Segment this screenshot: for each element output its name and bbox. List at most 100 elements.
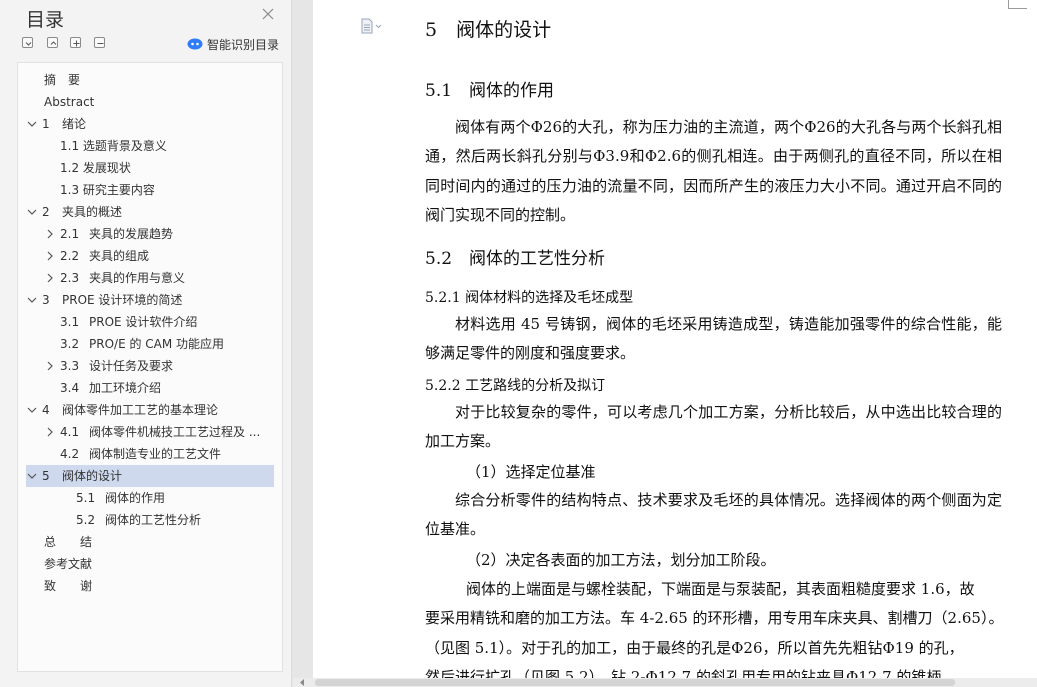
collapse-all-icon[interactable] xyxy=(22,37,33,48)
toc-item-number: 5.1 xyxy=(76,491,96,505)
smart-toc-label: 智能识别目录 xyxy=(207,37,280,52)
heading-5-2-2: 5.2.2 工艺路线的分析及拟订 xyxy=(425,378,606,394)
chevron-right-icon[interactable] xyxy=(44,421,56,443)
toc-item-number: 2 xyxy=(42,205,50,219)
chevron-right-icon[interactable] xyxy=(44,245,56,267)
toc-item[interactable]: 3.1 PROE 设计软件介绍 xyxy=(18,311,282,333)
toc-item-number: 2.3 xyxy=(60,271,80,285)
step-1-text: （1）选择定位基准 xyxy=(466,463,596,481)
remove-heading-icon[interactable] xyxy=(94,37,105,48)
paragraph-5-1: 阀体有两个Φ26的大孔，称为压力油的主流道，两个Φ26的大孔各与两个长斜孔相通，… xyxy=(425,118,1002,224)
scrollbar-thumb[interactable] xyxy=(315,679,955,686)
toc-item-number: 3.2 xyxy=(60,337,80,351)
toc-item[interactable]: 5.2 阀体的工艺性分析 xyxy=(18,509,282,531)
chevron-right-icon[interactable] xyxy=(44,355,56,377)
chevron-down-icon[interactable] xyxy=(26,465,38,487)
toc-item-label: 夹具的作用与意义 xyxy=(89,271,186,285)
toc-item[interactable]: 3.3 设计任务及要求 xyxy=(18,355,282,377)
toc-item[interactable]: 1.1 选题背景及意义 xyxy=(18,135,282,157)
toc-item-label: 阀体的作用 xyxy=(105,491,166,505)
smart-toc-button[interactable]: 智能识别目录 xyxy=(187,35,279,53)
paragraph-machining-line-2: 要采用精铣和磨的加工方法。车 4-2.65 的环形槽，用专用车床夹具、割槽刀（2… xyxy=(425,609,1004,627)
heading-5-1: 5.1 阀体的作用 xyxy=(425,81,555,101)
scroll-left-icon[interactable] xyxy=(298,678,306,687)
chevron-down-icon[interactable] xyxy=(26,201,38,223)
toc-item[interactable]: 3.4 加工环境介绍 xyxy=(18,377,282,399)
toc-item-label: 1.3 研究主要内容 xyxy=(60,183,155,197)
toc-item[interactable]: 4 阀体零件加工工艺的基本理论 xyxy=(18,399,282,421)
toc-item[interactable]: 总 结 xyxy=(18,531,282,553)
chevron-down-icon[interactable] xyxy=(26,289,38,311)
toc-item[interactable]: 3 PROE 设计环境的简述 xyxy=(18,289,282,311)
heading-5-2-1: 5.2.1 阀体材料的选择及毛坯成型 xyxy=(425,290,634,306)
toc-item-number: 5.2 xyxy=(76,513,96,527)
toc-item[interactable]: 1 绪论 xyxy=(18,113,282,135)
toc-item-number: 3.3 xyxy=(60,359,80,373)
step-2-text: （2）决定各表面的加工方法，划分加工阶段。 xyxy=(466,551,776,569)
toc-item[interactable]: 3.2 PRO/E 的 CAM 功能应用 xyxy=(18,333,282,355)
toc-item-label: 阀体的设计 xyxy=(62,469,123,483)
toc-item[interactable]: 2.3 夹具的作用与意义 xyxy=(18,267,282,289)
chevron-right-icon[interactable] xyxy=(44,223,56,245)
toc-item-label: 绪论 xyxy=(62,117,87,131)
toc-item-label: PROE 设计软件介绍 xyxy=(89,315,198,329)
toc-item-label: 阀体的工艺性分析 xyxy=(105,513,202,527)
paragraph-machining-line-1: 阀体的上端面是与螺栓装配，下端面是与泵装配，其表面粗糙度要求 1.6，故 xyxy=(466,580,975,598)
heading-5-2: 5.2 阀体的工艺性分析 xyxy=(425,249,606,269)
toc-item-number: 2.1 xyxy=(60,227,80,241)
toc-item[interactable]: 2.1 夹具的发展趋势 xyxy=(18,223,282,245)
toc-item-label: 参考文献 xyxy=(44,557,93,571)
toc-item[interactable]: 参考文献 xyxy=(18,553,282,575)
paragraph-material: 材料选用 45 号铸钢，阀体的毛坯采用铸造成型，铸造能加强零件的综合性能，能够满… xyxy=(425,315,1002,363)
toc-item-number: 3.1 xyxy=(60,315,80,329)
toc-item-label: 设计任务及要求 xyxy=(89,359,174,373)
chevron-down-icon[interactable] xyxy=(26,113,38,135)
toc-item-label: 加工环境介绍 xyxy=(89,381,162,395)
toc-item-label: PRO/E 的 CAM 功能应用 xyxy=(89,337,225,351)
toc-item-label: 1.2 发展现状 xyxy=(60,161,131,175)
toc-item[interactable]: 4.1 阀体零件机械技工工艺过程及 ... xyxy=(18,421,282,443)
toc-item[interactable]: 摘 要 xyxy=(18,69,282,91)
toc-item[interactable]: 1.3 研究主要内容 xyxy=(18,179,282,201)
toc-item[interactable]: 4.2 阀体制造专业的工艺文件 xyxy=(18,443,282,465)
toc-item-number: 4.1 xyxy=(60,425,80,439)
toc-item[interactable]: 2 夹具的概述 xyxy=(18,201,282,223)
expand-all-icon[interactable] xyxy=(47,37,58,48)
toc-item-label: 夹具的发展趋势 xyxy=(89,227,174,241)
horizontal-scrollbar[interactable] xyxy=(293,678,1037,687)
page-corner-mark xyxy=(1008,0,1027,9)
toc-item-label: 总 结 xyxy=(44,535,93,549)
add-heading-icon[interactable] xyxy=(70,37,81,48)
toc-item-number: 2.2 xyxy=(60,249,80,263)
toc-item[interactable]: 致 谢 xyxy=(18,575,282,597)
toc-item-label: 夹具的概述 xyxy=(62,205,123,219)
toc-item-label: 阀体制造专业的工艺文件 xyxy=(89,447,222,461)
toc-item-label: 摘 要 xyxy=(44,73,81,87)
toc-item-number: 5 xyxy=(42,469,50,483)
page-layout-icon[interactable] xyxy=(360,18,382,34)
close-icon[interactable] xyxy=(261,7,275,21)
toc-item-label: 夹具的组成 xyxy=(89,249,150,263)
toc-item[interactable]: 5.1 阀体的作用 xyxy=(18,487,282,509)
paragraph-datum: 综合分析零件的结构特点、技术要求及毛坯的具体情况。选择阀体的两个侧面为定位基准。 xyxy=(425,491,1002,539)
toc-item[interactable]: Abstract xyxy=(18,91,282,113)
toc-item-label: 阀体零件机械技工工艺过程及 ... xyxy=(89,425,261,439)
toc-item[interactable]: 2.2 夹具的组成 xyxy=(18,245,282,267)
toc-item-number: 4 xyxy=(42,403,50,417)
toc-item-label: 阀体零件加工工艺的基本理论 xyxy=(62,403,219,417)
toc-item-label: PROE 设计环境的简述 xyxy=(62,293,183,307)
toc-item-number: 3 xyxy=(42,293,50,307)
toc-list: 摘 要 Abstract 1 绪论 1.1 选题背景及意义 1.2 发展现状 1.3 研究主… xyxy=(17,62,283,672)
toc-item-label: Abstract xyxy=(44,95,95,109)
toc-title: 目录 xyxy=(26,9,65,31)
chevron-right-icon[interactable] xyxy=(44,267,56,289)
toc-item-number: 3.4 xyxy=(60,381,80,395)
toc-item[interactable]: 5 阀体的设计 xyxy=(26,465,274,487)
toc-panel: 目录 智能识别目录 摘 要 Abstract 1 绪论 1.1 选题背景及意义 1.2 发… xyxy=(0,0,292,687)
paragraph-machining-line-3: （见图 5.1）。对于孔的加工，由于最终的孔是Φ26，所以首先先粗钻Φ19 的孔… xyxy=(425,639,964,657)
toc-item[interactable]: 1.2 发展现状 xyxy=(18,157,282,179)
paragraph-process-plan: 对于比较复杂的零件，可以考虑几个加工方案，分析比较后，从中选出比较合理的加工方案… xyxy=(425,403,1002,451)
toc-item-number: 4.2 xyxy=(60,447,80,461)
smart-toc-icon xyxy=(187,38,203,50)
chevron-down-icon[interactable] xyxy=(26,399,38,421)
